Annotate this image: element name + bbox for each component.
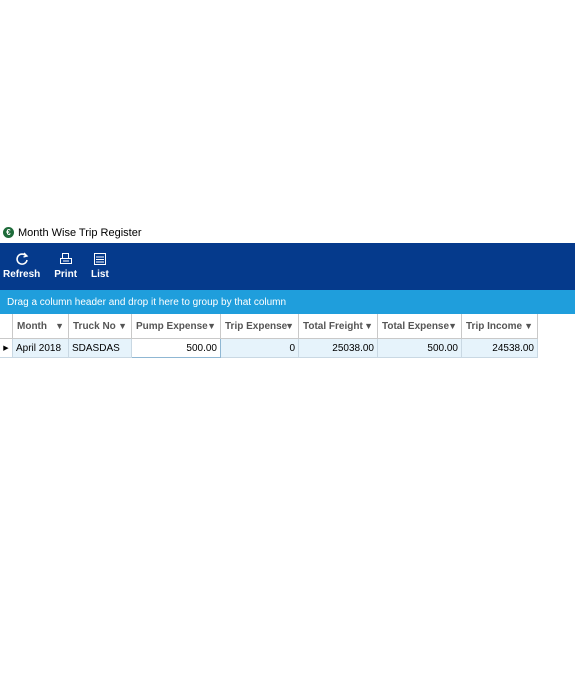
current-row-indicator-icon: ▶	[0, 338, 13, 358]
filter-icon[interactable]: ▼	[364, 321, 373, 331]
filter-icon[interactable]: ▼	[285, 321, 294, 331]
column-header-label: Trip Expense	[225, 320, 288, 332]
cell-trip-income[interactable]: 24538.00	[461, 338, 538, 358]
column-header-total-expense[interactable]: Total Expense ▼	[377, 314, 462, 339]
cell-month[interactable]: April 2018	[12, 338, 69, 358]
column-header-label: Pump Expense	[136, 320, 208, 332]
filter-icon[interactable]: ▼	[448, 321, 457, 331]
column-header-trip-expense[interactable]: Trip Expense ▼	[220, 314, 299, 339]
cell-pump-expense[interactable]: 500.00	[131, 338, 221, 358]
window-title: Month Wise Trip Register	[18, 226, 142, 239]
cell-trip-expense[interactable]: 0	[220, 338, 299, 358]
table-row[interactable]: ▶ April 2018 SDASDAS 500.00 0 25038.00 5…	[0, 338, 538, 358]
column-header-label: Total Freight	[303, 320, 363, 332]
column-header-pump-expense[interactable]: Pump Expense ▼	[131, 314, 221, 339]
filter-icon[interactable]: ▼	[55, 321, 64, 331]
column-header-total-freight[interactable]: Total Freight ▼	[298, 314, 378, 339]
column-header-trip-income[interactable]: Trip Income ▼	[461, 314, 538, 339]
refresh-label: Refresh	[3, 269, 41, 280]
column-header-truck-no[interactable]: Truck No ▼	[68, 314, 132, 339]
trip-register-window: € Month Wise Trip Register Refresh Print…	[0, 222, 575, 358]
list-icon	[93, 251, 107, 267]
refresh-button[interactable]: Refresh	[3, 243, 40, 280]
column-header-label: Truck No	[73, 320, 116, 332]
list-label: List	[91, 269, 109, 280]
header-row: Month ▼ Truck No ▼ Pump Expense ▼ Trip Expe…	[0, 314, 538, 339]
print-icon	[59, 251, 73, 267]
cell-total-expense[interactable]: 500.00	[377, 338, 462, 358]
title-bar: € Month Wise Trip Register	[0, 222, 575, 243]
data-grid: Month ▼ Truck No ▼ Pump Expense ▼ Trip Expe…	[0, 314, 538, 358]
filter-icon[interactable]: ▼	[207, 321, 216, 331]
print-label: Print	[54, 269, 78, 280]
column-header-label: Trip Income	[466, 320, 523, 332]
app-logo-icon: €	[3, 227, 14, 238]
filter-icon[interactable]: ▼	[524, 321, 533, 331]
column-header-label: Total Expense	[382, 320, 450, 332]
column-header-label: Month	[17, 320, 47, 332]
cell-total-freight[interactable]: 25038.00	[298, 338, 378, 358]
filter-icon[interactable]: ▼	[118, 321, 127, 331]
print-button[interactable]: Print	[54, 243, 77, 280]
group-hint-text: Drag a column header and drop it here to…	[7, 296, 287, 308]
group-panel[interactable]: Drag a column header and drop it here to…	[0, 290, 575, 314]
refresh-icon	[15, 251, 29, 267]
cell-truck-no[interactable]: SDASDAS	[68, 338, 132, 358]
column-header-month[interactable]: Month ▼	[12, 314, 69, 339]
ribbon-toolbar: Refresh Print List	[0, 243, 575, 290]
list-button[interactable]: List	[91, 243, 109, 280]
row-indicator-header	[0, 314, 13, 339]
